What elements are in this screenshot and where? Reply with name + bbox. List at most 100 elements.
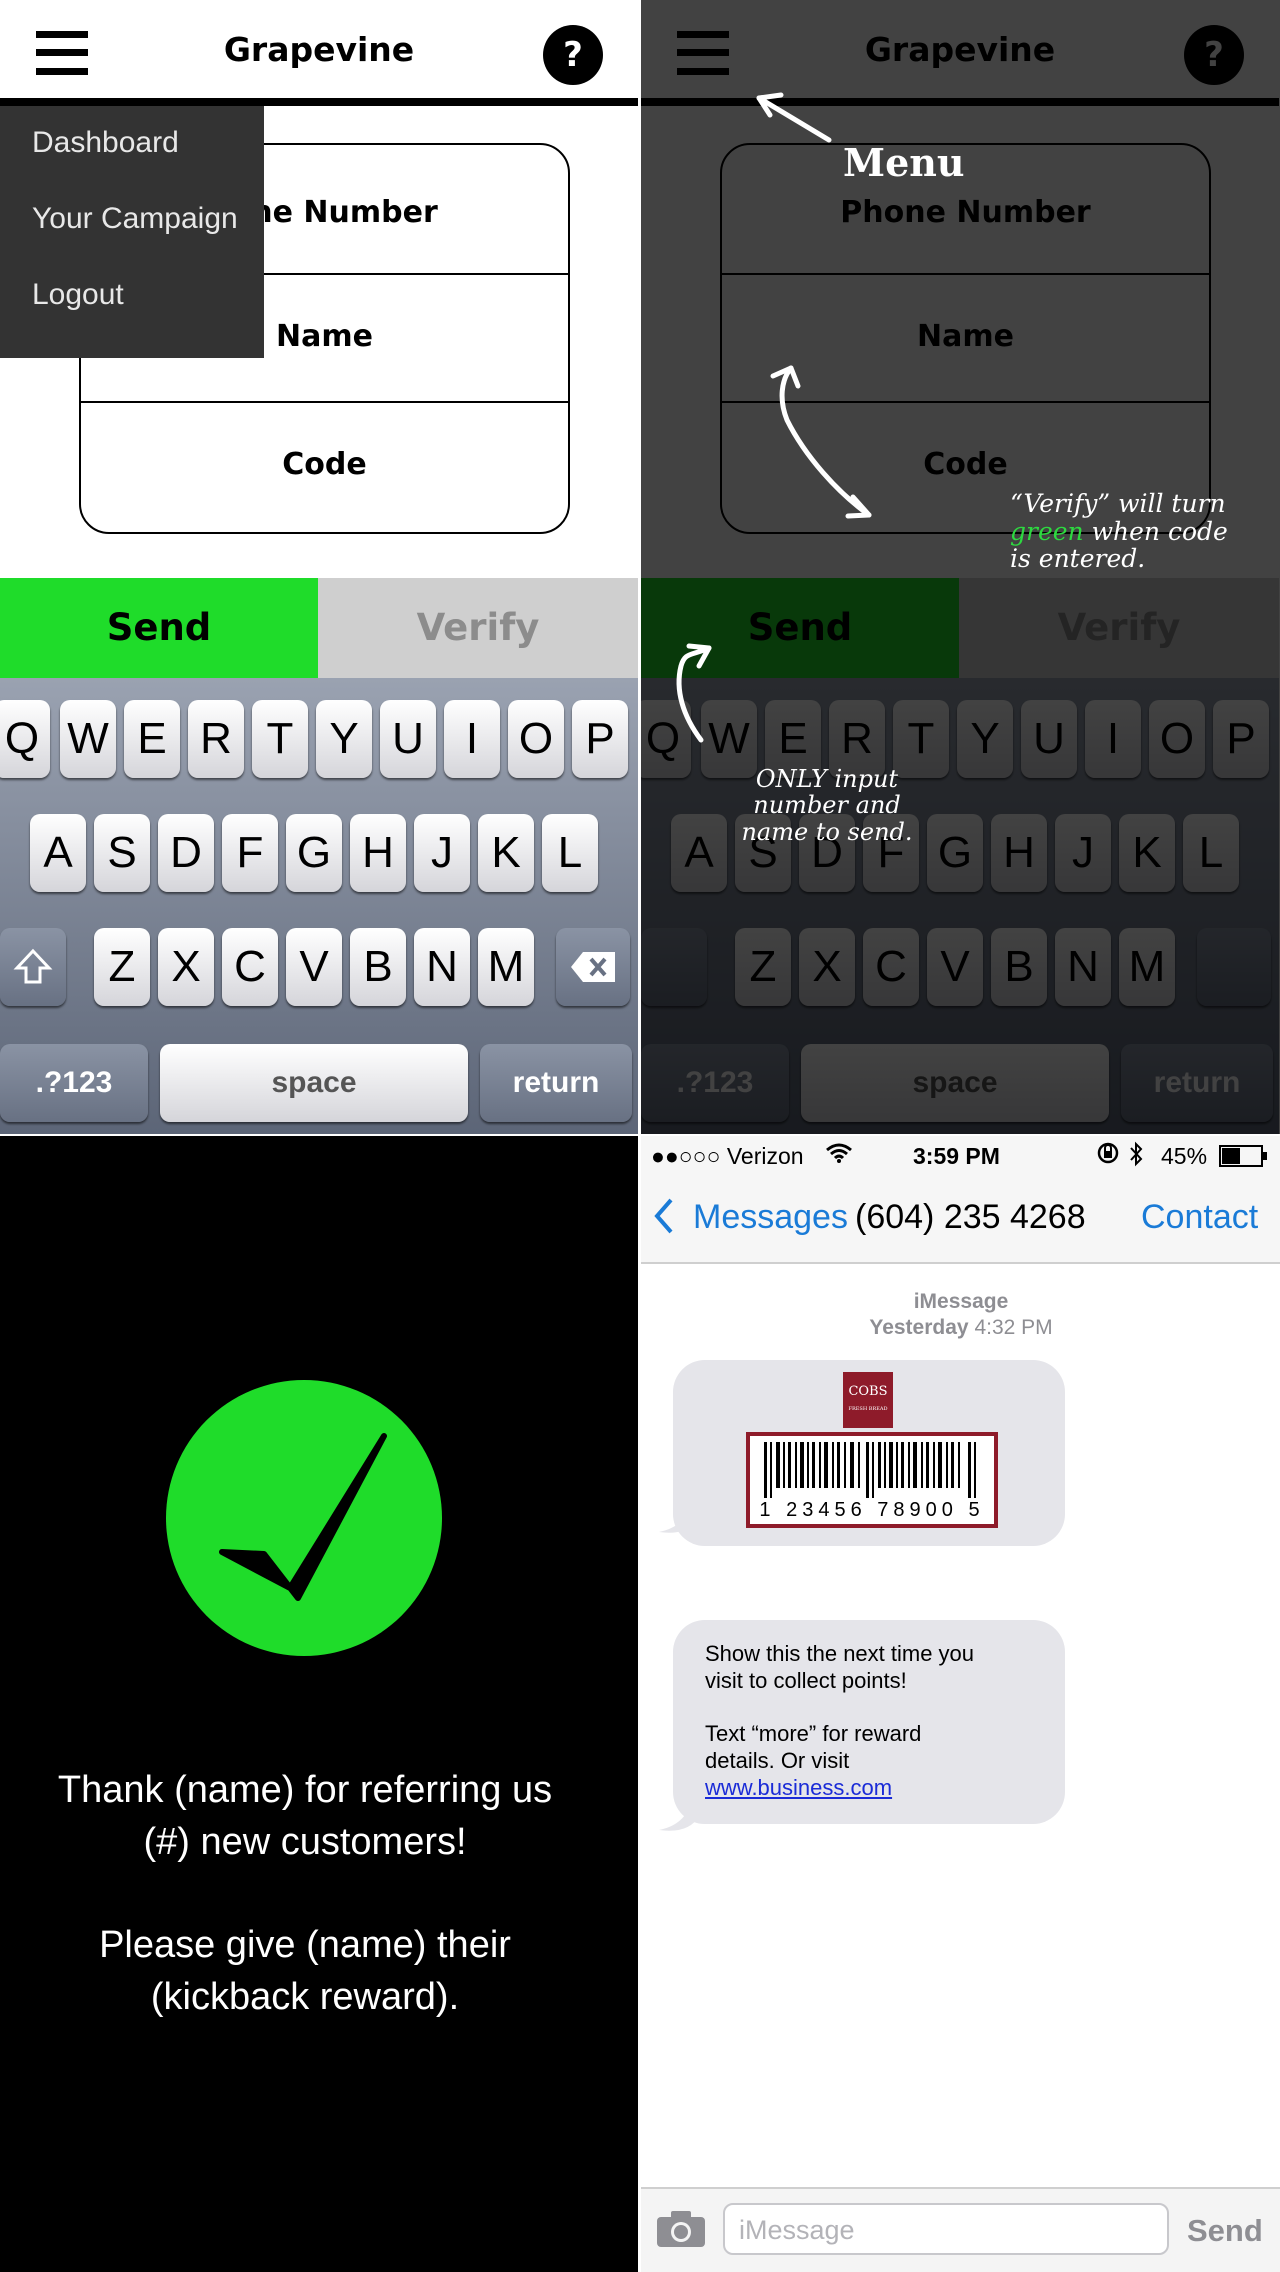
wifi-icon	[826, 1142, 852, 1170]
menu-item-logout[interactable]: Logout	[32, 278, 124, 312]
back-chevron-icon[interactable]	[653, 1196, 675, 1241]
field-divider	[81, 401, 568, 403]
success-checkmark-icon	[166, 1380, 442, 1656]
key-m[interactable]: M	[478, 928, 534, 1006]
contact-number: (604) 235 4268	[855, 1198, 1086, 1236]
rotation-lock-icon	[1097, 1141, 1119, 1171]
app-header: Grapevine ?	[0, 0, 638, 106]
message-line: Show this the next time you	[705, 1641, 975, 1666]
keyboard: Q W E R T Y U I O P A S D F G H J K L Z …	[0, 678, 638, 1134]
shift-arrow-icon	[13, 948, 53, 984]
business-website-link[interactable]: www.business.com	[705, 1774, 892, 1801]
send-button[interactable]: Send	[0, 578, 318, 678]
timestamp-time: 4:32 PM	[974, 1316, 1053, 1339]
key-a[interactable]: A	[30, 814, 86, 892]
key-l[interactable]: L	[542, 814, 598, 892]
back-to-messages-button[interactable]: Messages	[693, 1198, 848, 1237]
delete-key[interactable]	[556, 928, 630, 1006]
key-u[interactable]: U	[380, 700, 436, 778]
key-v[interactable]: V	[286, 928, 342, 1006]
code-field[interactable]: Code	[81, 447, 568, 482]
logo-subtext: FRESH BREAD	[848, 1406, 888, 1412]
key-r[interactable]: R	[188, 700, 244, 778]
thank-you-line: (#) new customers!	[143, 1821, 467, 1863]
verify-note-line: “Verify” will turn	[1010, 489, 1226, 518]
key-f[interactable]: F	[222, 814, 278, 892]
key-g[interactable]: G	[286, 814, 342, 892]
key-d[interactable]: D	[158, 814, 214, 892]
message-timestamp: Yesterday 4:32 PM	[641, 1316, 1280, 1340]
annotated-app-screen: Grapevine ? Phone Number Name Code Send …	[641, 0, 1280, 1134]
barcode-icon	[764, 1442, 976, 1498]
imessage-input[interactable]: iMessage	[723, 2203, 1169, 2255]
key-n[interactable]: N	[414, 928, 470, 1006]
conversation-header: Messages (604) 235 4268 Contact	[641, 1176, 1280, 1264]
success-screen: Thank (name) for referring us (#) new cu…	[0, 1136, 638, 2272]
send-note-line: name to send.	[741, 817, 913, 846]
key-k[interactable]: K	[478, 814, 534, 892]
send-annotation: ONLY input number and name to send.	[717, 765, 937, 846]
backspace-icon	[571, 952, 615, 982]
verify-annotation: “Verify” will turn green when code is en…	[1010, 490, 1278, 573]
status-bar: ●●○○○ Verizon 3:59 PM 45%	[641, 1136, 1280, 1176]
quadrant-divider-vertical	[638, 0, 641, 2272]
key-s[interactable]: S	[94, 814, 150, 892]
verify-button[interactable]: Verify	[318, 578, 638, 678]
key-q[interactable]: Q	[0, 700, 50, 778]
key-j[interactable]: J	[414, 814, 470, 892]
menu-item-your-campaign[interactable]: Your Campaign	[32, 202, 238, 236]
message-input-bar: iMessage Send	[641, 2187, 1280, 2272]
verify-note-line: is entered.	[1010, 544, 1146, 573]
verify-note-line: green when code	[1010, 516, 1278, 546]
message-line: details. Or visit	[705, 1748, 850, 1773]
barcode-number: 1 23456 78900 5	[759, 1499, 985, 1521]
verify-note-green-word: green	[1010, 516, 1084, 546]
key-e[interactable]: E	[124, 700, 180, 778]
key-p[interactable]: P	[572, 700, 628, 778]
help-button[interactable]: ?	[543, 25, 603, 85]
battery-percent: 45%	[1161, 1143, 1208, 1169]
key-h[interactable]: H	[350, 814, 406, 892]
numbers-key[interactable]: .?123	[0, 1044, 148, 1122]
menu-arrow	[756, 95, 832, 143]
battery-icon	[1219, 1145, 1269, 1173]
verify-note-text: when code	[1083, 516, 1228, 546]
status-time: 3:59 PM	[913, 1143, 1000, 1169]
key-y[interactable]: Y	[316, 700, 372, 778]
contact-button[interactable]: Contact	[1141, 1198, 1258, 1237]
send-note-line: number and	[753, 791, 901, 820]
verify-arrow	[779, 365, 872, 518]
key-w[interactable]: W	[60, 700, 116, 778]
reward-line: (kickback reward).	[150, 1976, 460, 2018]
cobs-logo: COBS FRESH BREAD	[843, 1372, 893, 1428]
key-z[interactable]: Z	[94, 928, 150, 1006]
barcode-box: 1 23456 78900 5	[746, 1432, 998, 1528]
barcode-message-bubble[interactable]: COBS FRESH BREAD 1 23456 78900 5	[673, 1360, 1065, 1546]
key-c[interactable]: C	[222, 928, 278, 1006]
key-i[interactable]: I	[444, 700, 500, 778]
logo-text: COBS	[848, 1384, 888, 1399]
key-b[interactable]: B	[350, 928, 406, 1006]
send-message-button[interactable]: Send	[1187, 2213, 1263, 2249]
return-key[interactable]: return	[480, 1044, 632, 1122]
send-note-line: ONLY input	[755, 765, 899, 793]
key-t[interactable]: T	[252, 700, 308, 778]
reward-line: Please give (name) their	[99, 1924, 511, 1966]
thank-you-line: Thank (name) for referring us	[57, 1769, 553, 1811]
send-arrow	[676, 645, 712, 743]
key-x[interactable]: X	[158, 928, 214, 1006]
app-screen-menu: Grapevine ? ne Number Name Code Send Ver…	[0, 0, 638, 1134]
menu-item-dashboard[interactable]: Dashboard	[32, 126, 179, 160]
carrier-signal: ●●○○○ Verizon	[651, 1143, 804, 1169]
shift-key[interactable]	[0, 928, 66, 1006]
key-o[interactable]: O	[508, 700, 564, 778]
camera-icon[interactable]	[655, 2209, 707, 2254]
service-label: iMessage	[913, 1290, 1009, 1313]
timestamp-day: Yesterday	[869, 1316, 969, 1339]
dropdown-menu: Dashboard Your Campaign Logout	[0, 106, 264, 358]
message-line: Text “more” for reward	[705, 1721, 922, 1746]
menu-annotation: Menu	[843, 140, 965, 185]
bluetooth-icon	[1129, 1141, 1143, 1173]
imessage-screen: ●●○○○ Verizon 3:59 PM 45% Messages (604)…	[641, 1136, 1280, 2272]
space-key[interactable]: space	[160, 1044, 468, 1122]
